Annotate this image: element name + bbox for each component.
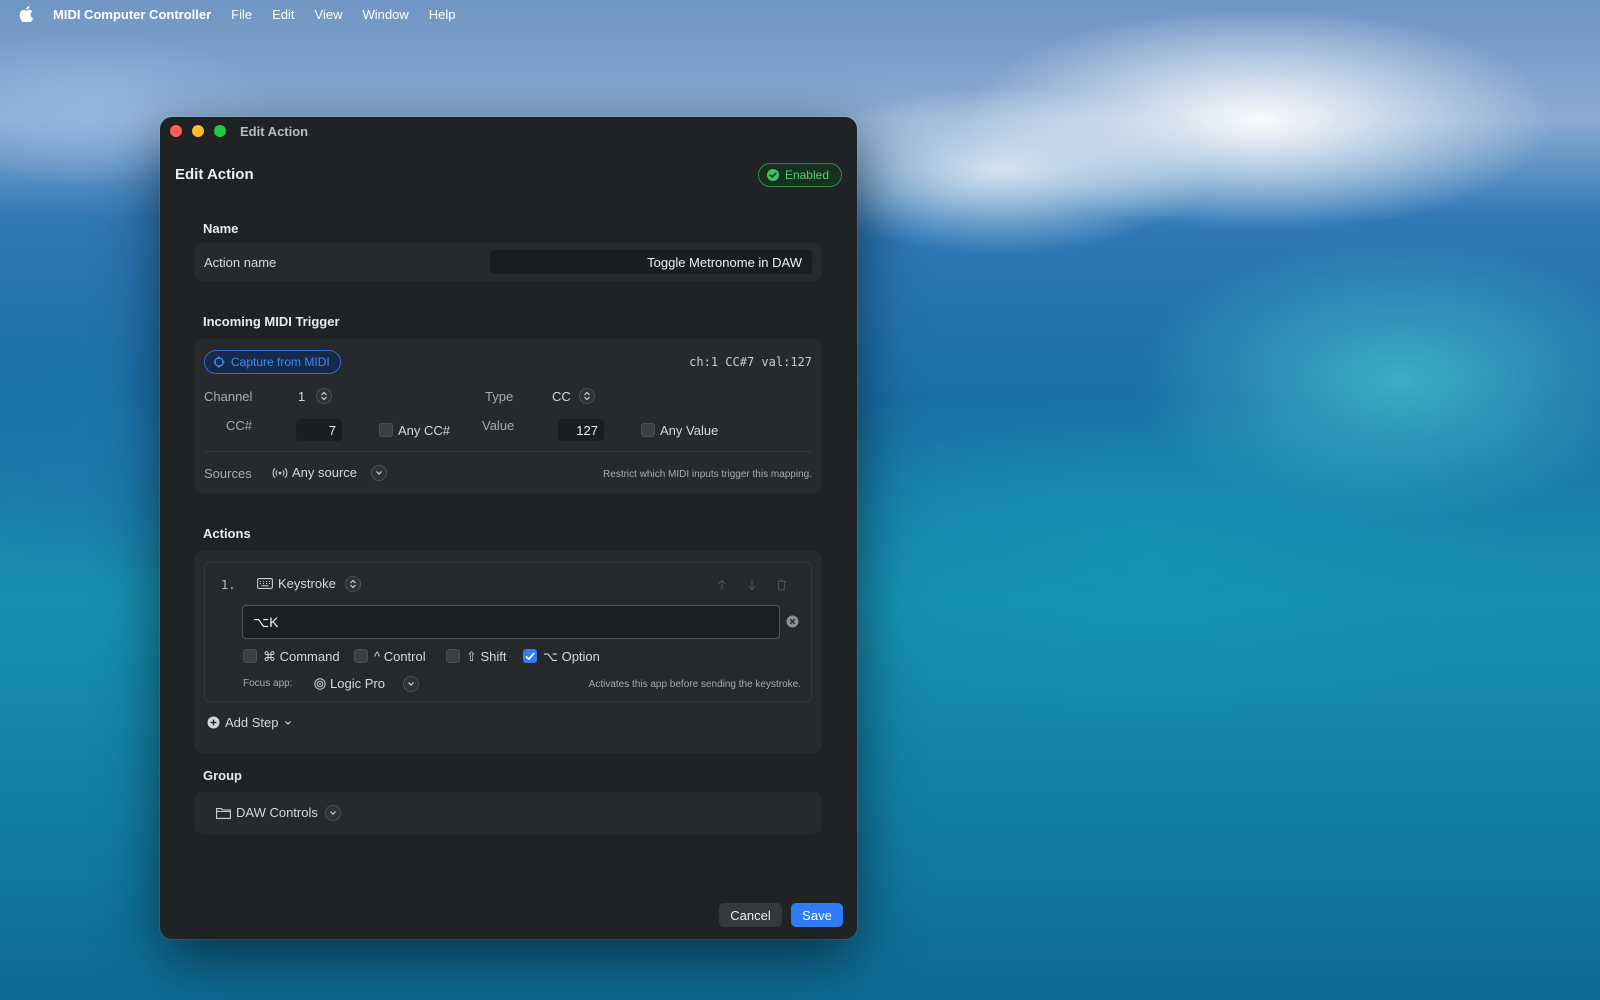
keyboard-icon [257,578,273,589]
sources-label: Sources [204,466,252,481]
group-selector[interactable]: DAW Controls [216,805,318,820]
command-checkbox[interactable] [243,649,257,663]
any-cc-checkbox[interactable] [379,423,393,437]
title-bar[interactable]: Edit Action [160,117,857,147]
chevron-down-icon [284,720,292,726]
trash-icon[interactable] [776,578,787,596]
cancel-button[interactable]: Cancel [719,903,782,927]
step-type-stepper-icon[interactable] [345,576,361,592]
group-panel: DAW Controls [194,792,822,834]
app-target-icon [314,677,326,690]
actions-panel: 1. Keystroke ⌥K ⌘ Command ^ Control ⇧ Sh… [194,551,822,753]
focus-app-hint: Activates this app before sending the ke… [588,679,801,690]
view-menu[interactable]: View [315,7,343,22]
maximize-button[interactable] [214,125,226,137]
type-value: CC [552,389,571,404]
any-value-checkbox[interactable] [641,423,655,437]
step-type-value: Keystroke [278,576,336,591]
checkmark-circle-icon [766,169,779,181]
control-label: ^ Control [374,649,426,664]
any-value-label: Any Value [660,423,719,438]
channel-stepper-icon[interactable] [316,388,332,404]
move-down-icon[interactable] [747,578,757,596]
shift-checkbox[interactable] [446,649,460,663]
keystroke-input[interactable]: ⌥K [242,605,780,639]
window-menu[interactable]: Window [362,7,408,22]
checkmark-icon [525,652,535,660]
midi-readout: ch:1 CC#7 val:127 [689,355,812,369]
sources-hint: Restrict which MIDI inputs trigger this … [603,469,812,480]
group-section-label: Group [203,768,242,783]
move-up-icon[interactable] [717,578,727,596]
capture-from-midi-button[interactable]: Capture from MIDI [204,350,341,374]
save-button[interactable]: Save [791,903,843,927]
sources-chevron-down-icon[interactable] [371,465,387,481]
target-icon [213,356,225,368]
close-button[interactable] [170,125,182,137]
sources-selector[interactable]: Any source [272,465,357,480]
focus-app-chevron-down-icon[interactable] [403,676,419,692]
cc-number-input[interactable]: 7 [296,419,342,441]
broadcast-icon [272,467,288,479]
enabled-toggle[interactable]: Enabled [757,163,842,187]
type-label: Type [485,389,514,404]
minimize-button[interactable] [192,125,204,137]
edit-action-window: Edit Action Edit Action Enabled Name Act… [160,117,857,939]
group-chevron-down-icon[interactable] [325,805,341,821]
name-section-label: Name [203,221,239,236]
help-menu[interactable]: Help [429,7,456,22]
command-label: ⌘ Command [263,649,340,664]
app-name-menu[interactable]: MIDI Computer Controller [53,7,211,22]
window-title: Edit Action [240,124,309,139]
channel-value: 1 [298,389,306,404]
action-name-label: Action name [204,255,277,270]
name-panel: Action name Toggle Metronome in DAW [194,243,822,281]
trigger-divider [204,451,812,452]
group-value: DAW Controls [236,805,318,820]
focus-app-label: Focus app: [243,678,293,689]
option-checkbox[interactable] [523,649,537,663]
file-menu[interactable]: File [231,7,252,22]
value-input[interactable]: 127 [558,419,604,441]
menu-bar: MIDI Computer Controller File Edit View … [0,0,1600,28]
focus-app-selector[interactable]: Logic Pro [314,676,385,691]
plus-circle-icon [207,716,220,729]
any-cc-label: Any CC# [398,423,451,438]
trigger-section-label: Incoming MIDI Trigger [203,314,340,329]
add-step-button[interactable]: Add Step [207,715,292,730]
capture-label: Capture from MIDI [231,355,330,369]
channel-label: Channel [204,389,253,404]
trigger-panel: Capture from MIDI ch:1 CC#7 val:127 Chan… [194,339,822,494]
add-step-label: Add Step [225,715,279,730]
actions-section-label: Actions [203,526,251,541]
control-checkbox[interactable] [354,649,368,663]
enabled-label: Enabled [784,168,829,182]
step-type-selector[interactable]: Keystroke [257,576,336,591]
page-title: Edit Action [175,166,254,183]
action-name-input[interactable]: Toggle Metronome in DAW [490,250,812,274]
action-step-card: 1. Keystroke ⌥K ⌘ Command ^ Control ⇧ Sh… [204,562,812,702]
value-label: Value [482,418,515,433]
cc-label: CC# [226,418,253,433]
focus-app-value: Logic Pro [330,676,385,691]
step-index: 1. [221,578,236,592]
apple-menu-icon[interactable] [19,6,35,22]
folder-icon [216,807,231,819]
sources-value: Any source [292,465,358,480]
option-label: ⌥ Option [543,649,600,664]
clear-keystroke-icon[interactable] [786,615,799,633]
shift-label: ⇧ Shift [466,649,507,664]
edit-menu[interactable]: Edit [272,7,294,22]
type-stepper-icon[interactable] [579,388,595,404]
